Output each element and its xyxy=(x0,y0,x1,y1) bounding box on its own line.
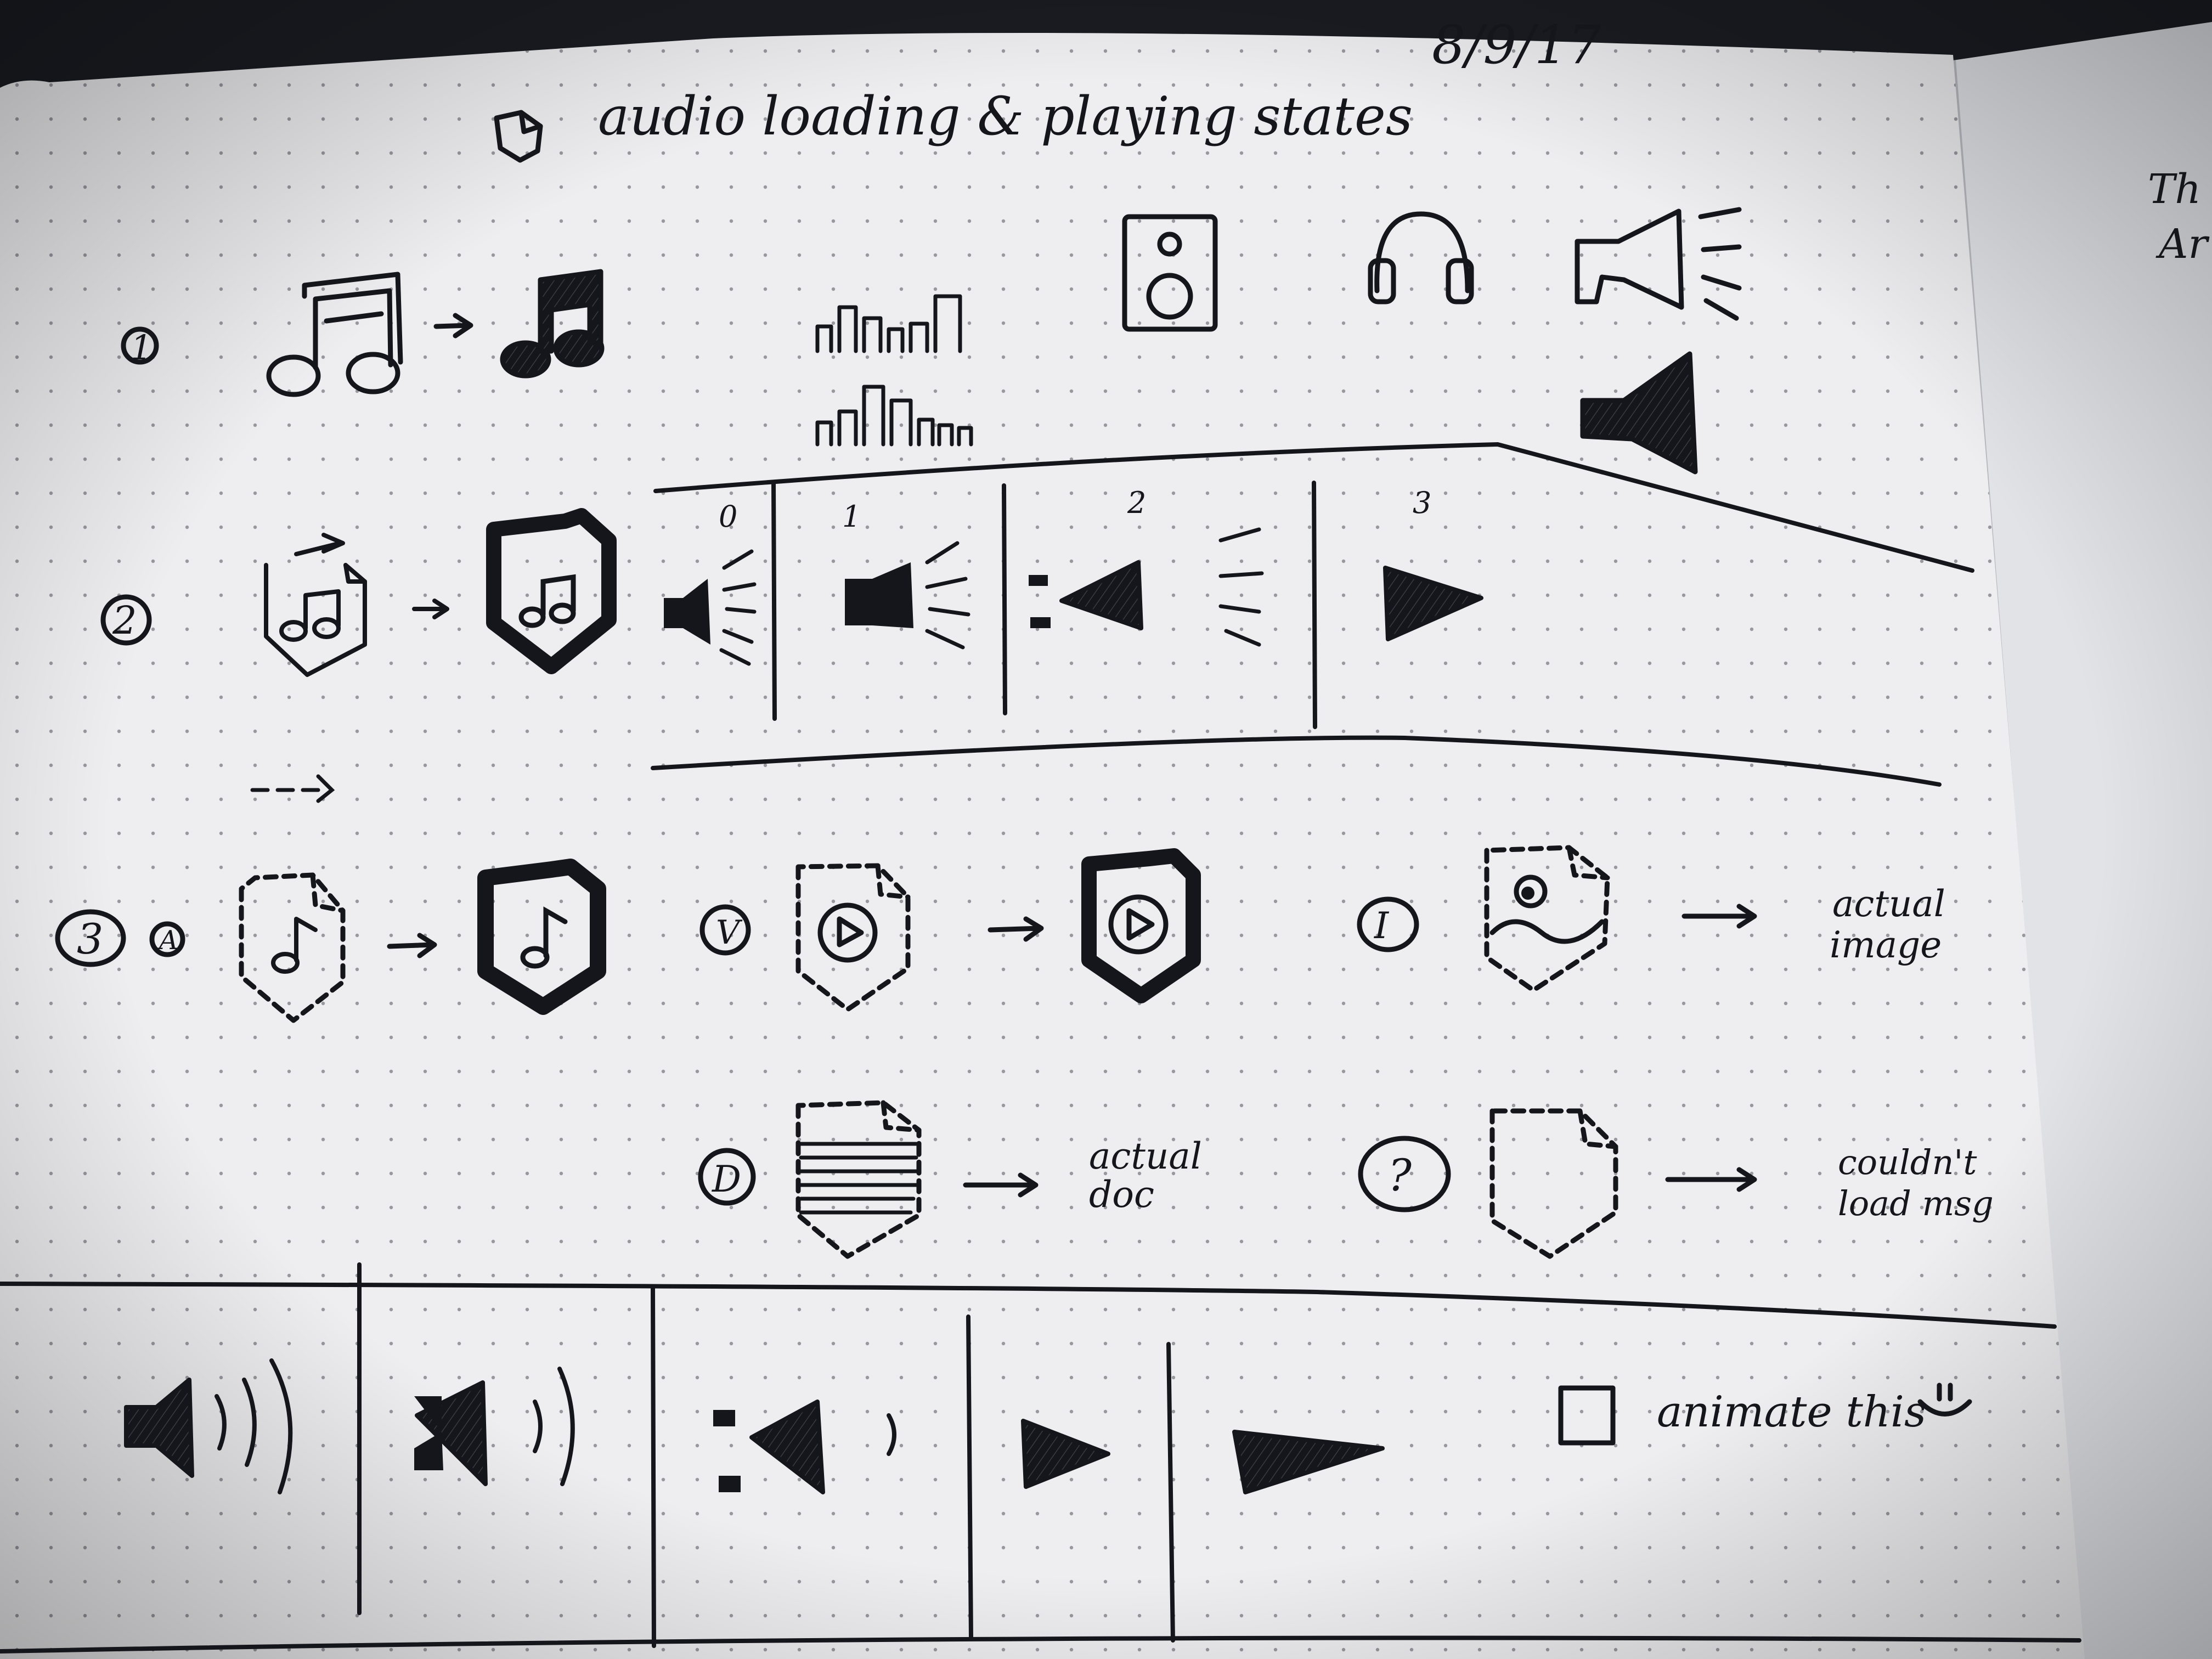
frame-divider-1 xyxy=(771,481,777,721)
notebook-photo: Th Ar audio loading & playing states 8/9… xyxy=(0,0,2212,1659)
sub-d-label: D xyxy=(712,1158,741,1200)
bottom-divider-2 xyxy=(651,1284,656,1648)
actual-doc-text-2: doc xyxy=(1089,1173,1154,1216)
row-2-label: 2 xyxy=(112,598,137,643)
couldnt-load-text-1: couldn't xyxy=(1838,1142,1977,1182)
sub-i-label: I xyxy=(1374,905,1390,947)
row-3-label: 3 xyxy=(77,915,103,963)
actual-image-text-1: actual xyxy=(1832,883,1945,925)
bottom-divider-3 xyxy=(966,1314,973,1640)
sub-a-label: A xyxy=(157,925,178,956)
frame-number-3: 3 xyxy=(1413,486,1431,520)
page-title: audio loading & playing states xyxy=(598,86,1413,147)
page-date: 8/9/17 xyxy=(1432,14,1601,76)
sub-v-label: V xyxy=(716,913,743,952)
row-1-label: 1 xyxy=(131,328,152,368)
frame-number-2: 2 xyxy=(1127,486,1146,520)
animate-this-text: animate this xyxy=(1657,1387,1926,1437)
edge-text-1: Th xyxy=(2148,166,2201,213)
sub-q-label: ? xyxy=(1388,1150,1412,1201)
frame-number-1: 1 xyxy=(842,499,861,534)
edge-text-2: Ar xyxy=(2155,221,2210,268)
couldnt-load-text-2: load msg xyxy=(1838,1183,1994,1223)
frame-number-0: 0 xyxy=(719,499,737,534)
frame-divider-2 xyxy=(1002,483,1007,715)
frame-divider-3 xyxy=(1312,481,1317,729)
actual-doc-text-1: actual xyxy=(1089,1135,1202,1177)
actual-image-text-2: image xyxy=(1830,924,1942,966)
